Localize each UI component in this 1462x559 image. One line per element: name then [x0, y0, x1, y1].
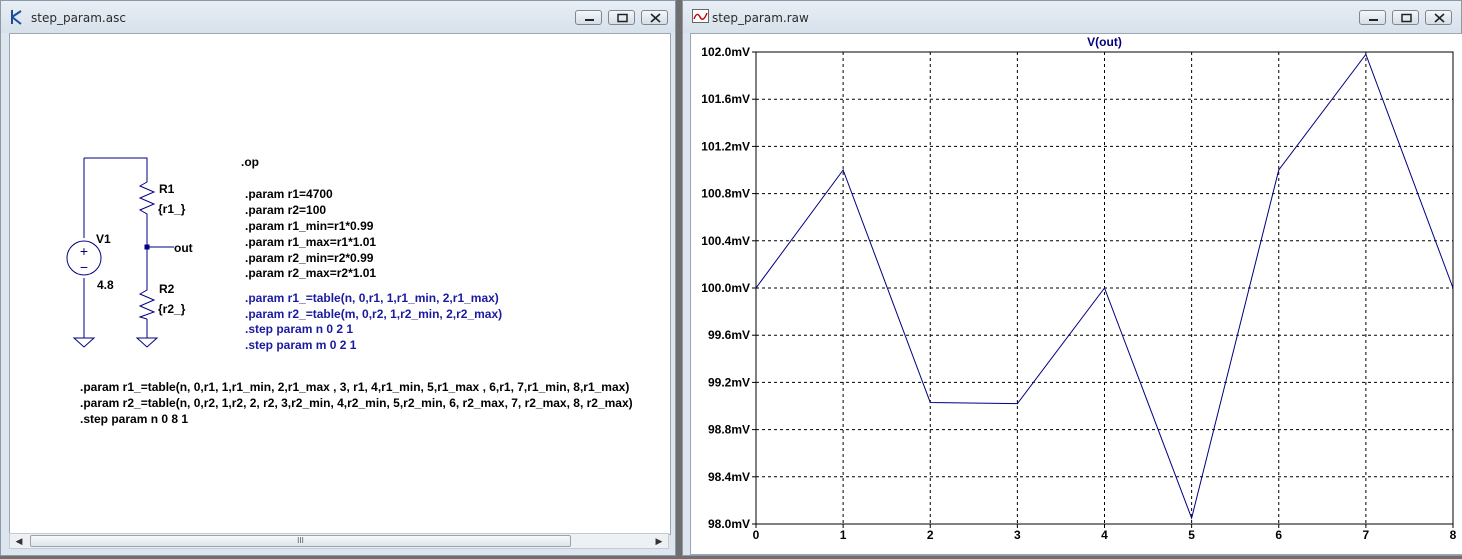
waveform-app-icon [692, 9, 709, 23]
data-point [1278, 169, 1280, 171]
schematic-title: step_param.asc [31, 11, 126, 25]
param-line: .param r2_max=r2*1.01 [245, 266, 376, 280]
x-tick-label: 5 [1188, 528, 1195, 542]
horizontal-scrollbar[interactable]: ◀ III ▶ [9, 533, 669, 549]
minimize-button[interactable] [1359, 10, 1386, 25]
net-label-out: out [174, 241, 193, 255]
r2-value: {r2_} [158, 302, 186, 316]
x-tick-label: 2 [927, 528, 934, 542]
y-tick-label: 102.0mV [701, 45, 750, 59]
data-point [1016, 403, 1018, 405]
ground-icon [72, 334, 96, 348]
step-table-line: .param r1_=table(n, 0,r1, 1,r1_min, 2,r1… [245, 291, 499, 305]
param-line: .param r1_min=r1*0.99 [245, 219, 374, 233]
bottom-directives[interactable]: .param r1_=table(n, 0,r1, 1,r1_min, 2,r1… [80, 380, 633, 426]
blue-directives[interactable]: .param r1_=table(n, 0,r1, 1,r1_min, 2,r1… [245, 291, 502, 352]
maximize-button[interactable] [608, 10, 635, 25]
param-line: .param r2=100 [245, 203, 326, 217]
r2-resistor-icon[interactable] [138, 284, 156, 320]
x-tick-label: 1 [840, 528, 847, 542]
x-tick-label: 3 [1014, 528, 1021, 542]
maximize-button[interactable] [1392, 10, 1419, 25]
plot-titlebar[interactable]: step_param.raw [683, 1, 1461, 33]
scrollbar-thumb[interactable]: III [30, 535, 571, 547]
table-directive-line: .step param n 0 8 1 [80, 412, 188, 426]
scrollbar-grip: III [297, 536, 304, 545]
r1-value: {r1_} [158, 202, 186, 216]
data-point [1191, 517, 1193, 519]
param-directives[interactable]: .param r1=4700 .param r2=100 .param r1_m… [245, 187, 376, 280]
x-tick-label: 7 [1363, 528, 1370, 542]
scroll-right-arrow-icon[interactable]: ▶ [651, 534, 667, 548]
op-directive[interactable]: .op [241, 155, 259, 169]
y-tick-label: 98.8mV [708, 423, 750, 437]
schematic-app-icon [11, 10, 22, 25]
plot-title: step_param.raw [712, 11, 809, 25]
y-tick-label: 100.8mV [701, 187, 750, 201]
y-tick-label: 98.0mV [708, 517, 750, 531]
svg-text:+: + [80, 243, 88, 259]
r1-resistor-icon[interactable] [138, 174, 156, 220]
data-point [755, 287, 757, 289]
x-tick-label: 4 [1101, 528, 1108, 542]
schematic-titlebar[interactable]: step_param.asc [1, 1, 675, 33]
step-table-line: .step param m 0 2 1 [245, 338, 357, 352]
y-tick-label: 98.4mV [708, 470, 750, 484]
schematic-window[interactable]: step_param.asc + − V1 4.8 R1 {r1_} R2 {r… [0, 0, 676, 556]
schematic-drawing[interactable]: + − V1 4.8 R1 {r1_} R2 {r2_} out .op .pa… [10, 34, 670, 534]
data-point [1452, 287, 1454, 289]
y-tick-label: 101.2mV [701, 139, 750, 153]
close-icon [650, 13, 661, 23]
param-line: .param r1_max=r1*1.01 [245, 235, 376, 249]
schematic-canvas[interactable]: + − V1 4.8 R1 {r1_} R2 {r2_} out .op .pa… [9, 33, 671, 535]
maximize-icon [1401, 13, 1412, 23]
table-directive-line: .param r2_=table(n, 0,r2, 1,r2, 2, r2, 3… [80, 396, 633, 410]
junction-dot [144, 244, 150, 250]
plot-area[interactable]: V(out) 0 1 2 3 4 5 6 7 8 98.0mV 98.4mV 98.8mV 99.2mV 9… [690, 33, 1462, 555]
data-point [929, 401, 931, 403]
ground-icon [135, 334, 159, 348]
param-line: .param r1=4700 [245, 187, 333, 201]
y-tick-label: 99.6mV [708, 328, 750, 342]
minimize-button[interactable] [575, 10, 602, 25]
x-tick-label: 6 [1275, 528, 1282, 542]
maximize-icon [617, 13, 628, 23]
y-tick-label: 99.2mV [708, 375, 750, 389]
x-tick-label: 0 [753, 528, 760, 542]
v1-source-icon[interactable]: + − [66, 240, 102, 276]
param-line: .param r2_min=r2*0.99 [245, 251, 374, 265]
x-tick-label: 8 [1450, 528, 1457, 542]
v1-value: 4.8 [97, 278, 114, 292]
y-tick-label: 101.6mV [701, 92, 750, 106]
close-button[interactable] [1425, 10, 1452, 25]
scroll-left-arrow-icon[interactable]: ◀ [11, 534, 27, 548]
minimize-icon [1369, 19, 1378, 21]
v1-name: V1 [96, 232, 111, 246]
r1-name: R1 [159, 182, 175, 196]
step-table-line: .param r2_=table(m, 0,r2, 1,r2_min, 2,r2… [245, 307, 502, 321]
data-point [1365, 53, 1367, 55]
svg-text:−: − [80, 259, 88, 275]
chart-title: V(out) [1087, 35, 1122, 49]
y-tick-label: 100.0mV [701, 281, 750, 295]
waveform-chart[interactable]: V(out) 0 1 2 3 4 5 6 7 8 98.0mV 98.4mV 98.8mV 99.2mV 9… [691, 34, 1462, 554]
close-button[interactable] [641, 10, 668, 25]
r2-name: R2 [159, 282, 175, 296]
minimize-icon [585, 19, 594, 21]
y-tick-label: 100.4mV [701, 234, 750, 248]
close-icon [1434, 13, 1445, 23]
table-directive-line: .param r1_=table(n, 0,r1, 1,r1_min, 2,r1… [80, 380, 629, 394]
data-point [842, 169, 844, 171]
plot-window[interactable]: step_param.raw V(out) 0 1 2 3 4 5 6 7 8 98.0mV 98.4… [682, 0, 1462, 556]
step-table-line: .step param n 0 2 1 [245, 322, 353, 336]
data-point [1104, 287, 1105, 289]
